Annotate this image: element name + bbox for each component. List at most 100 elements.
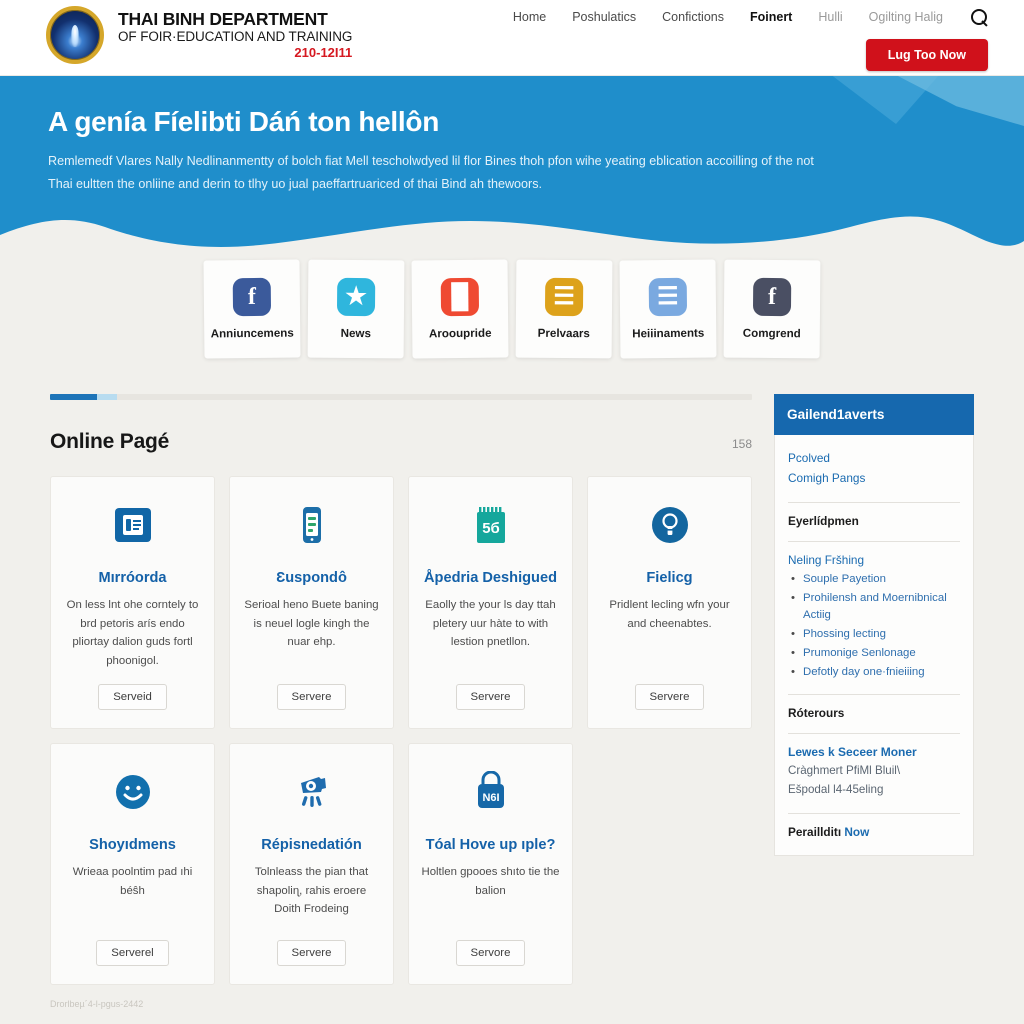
bag-n6i-icon: N6I — [469, 770, 513, 814]
nav-item-home[interactable]: Home — [513, 10, 546, 24]
service-card-description: On less lnt ohe corntely to brd petoris … — [66, 599, 199, 667]
quick-link-label: News — [340, 326, 371, 341]
sidebar-bullet-item[interactable]: Souple Payetion — [788, 571, 960, 588]
list-icon: ☰ — [648, 277, 688, 317]
service-card-button[interactable]: Servere — [455, 684, 526, 711]
service-card-button[interactable]: Servore — [455, 940, 526, 967]
service-card-description: Serioal heno Buete baning is neuel logle… — [244, 599, 379, 649]
service-card-description: Holtlen gpooes shıto tie the balion — [421, 866, 560, 897]
site-header: THAI BINH DEPARTMENT OF FOIR·EDUCATION A… — [0, 0, 1024, 76]
quick-link-label: Prelvaars — [537, 326, 590, 341]
sidebar-bullet-list: Souple Payetion Prohilensh and Moernibni… — [788, 571, 960, 682]
page-footer: Drorlbeµ´4-l-pgus-2442 — [50, 999, 144, 1010]
sidebar-footer-link[interactable]: Now — [844, 825, 869, 839]
service-card[interactable]: N6I Tóal Hove up ıple? Holtlen gpooes sh… — [408, 743, 573, 986]
sidebar-box: Pcolved Comigh Pangs Eyerlídpmen Neling … — [774, 435, 974, 856]
sidebar-divider — [788, 812, 960, 814]
service-card-title: Åpedrіa Deshigued — [424, 570, 557, 586]
sidebar-link-pcolved[interactable]: Pcolved — [788, 449, 960, 469]
main-column: Online Pagé 158 Mırróorda On less lnt oh… — [50, 394, 752, 986]
lightbulb-badge-icon — [648, 503, 692, 547]
sidebar-divider — [788, 540, 960, 542]
hero-title: A genía Fíelibti Dáń ton hellôn — [48, 106, 439, 137]
service-card-description: Pridlent lecling wfn your and cheenabtes… — [609, 599, 730, 630]
quick-link-label: Arooupridе — [428, 326, 492, 341]
quick-links-row: f Anniuncemens ★ News █ Arooupridе ☰ Pre… — [0, 259, 1024, 359]
svg-text:5б: 5б — [482, 520, 500, 537]
chart-icon: █ — [440, 277, 480, 317]
main-navigation: Home Poshulatics Confictions Foinert Hul… — [513, 0, 988, 28]
sidebar-bullet-item[interactable]: Phossing lecting — [788, 626, 960, 643]
quick-link-label: Anniuncemens — [210, 326, 294, 341]
login-now-button[interactable]: Lug Too Now — [865, 39, 988, 71]
quick-link-comgrend[interactable]: f Comgrend — [723, 259, 821, 359]
sidebar-footer-row: Peraillditı Now — [788, 825, 960, 839]
sidebar-divider — [788, 733, 960, 735]
hero-wave-divider — [0, 216, 1024, 266]
service-card-button[interactable]: Servere — [276, 684, 347, 711]
sidebar-link-neling-frshing[interactable]: Neling Fršhing — [788, 553, 960, 567]
hero-subtitle: Remlemedf Vlares Nally Nedlinanmentty of… — [48, 154, 814, 191]
notepad-icon: 5б — [469, 503, 513, 547]
progress-segment-active — [50, 394, 97, 400]
sidebar-divider — [788, 501, 960, 503]
progress-segment-next — [97, 394, 117, 400]
service-card-button[interactable]: Servere — [276, 940, 347, 967]
sidebar-heading-roterours: Róterours — [788, 706, 845, 721]
sidebar-heading-eyerlidpmen: Eyerlídpmen — [788, 513, 859, 528]
service-card[interactable]: Mırróorda On less lnt ohe corntely to br… — [50, 476, 215, 730]
sidebar-header: Gailend1averts — [774, 394, 974, 435]
service-card-description: Tolnleass the pian that shapoliɳ, rahis … — [254, 866, 369, 916]
service-card-description: Eaolly the your ls day ttah pletery uur … — [425, 599, 556, 649]
nav-item-foinert[interactable]: Foinert — [750, 10, 792, 24]
nav-item-poshulatics[interactable]: Poshulatics — [572, 10, 636, 24]
notes-icon: ☰ — [544, 277, 584, 317]
sidebar-bullet-item[interactable]: Defotly day one·fnieiiing — [788, 664, 960, 681]
mobile-phone-icon — [290, 503, 334, 547]
quick-link-announcements[interactable]: f Anniuncemens — [203, 259, 301, 359]
service-card[interactable]: Shoyıdmens Wrieaa poolntim pad ıhi béŝh … — [50, 743, 215, 986]
service-card-button[interactable]: Servere — [634, 684, 705, 711]
sidebar-link-comigh-pangs[interactable]: Comigh Pangs — [788, 469, 960, 489]
quick-link-heiiinaments[interactable]: ☰ Heiiinaments — [619, 259, 717, 359]
service-card-title: Shoyıdmens — [89, 837, 176, 854]
sidebar-link-lewes-seceer-moner[interactable]: Lewes k Seceer Moner — [788, 745, 960, 759]
result-count: 158 — [731, 437, 752, 451]
brand-line-1: THAI BINH DEPARTMENT — [118, 9, 328, 30]
brand-hotline: 210-12I11 — [294, 45, 353, 61]
service-card-title: Tóal Hove up ıple? — [425, 837, 556, 854]
pagination-progress[interactable] — [50, 394, 752, 400]
page-content: Online Pagé 158 Mırróorda On less lnt oh… — [0, 394, 1024, 986]
nav-item-hulli[interactable]: Hulli — [818, 10, 842, 24]
quick-link-prelvaars[interactable]: ☰ Prelvaars — [515, 259, 613, 359]
search-icon[interactable] — [971, 8, 988, 26]
sidebar-bullet-item[interactable]: Prumonige Senlonage — [788, 645, 960, 662]
star-icon: ★ — [336, 277, 376, 317]
quick-link-aroouprioe[interactable]: █ Arooupridе — [411, 259, 509, 359]
sidebar-muted-line-1: Cràghmert PfiМl Bluil\ — [788, 764, 901, 778]
service-card[interactable]: Fielicg Pridlent lecling wfn your and ch… — [587, 476, 752, 730]
service-card-button[interactable]: Serverel — [96, 940, 169, 967]
sidebar-muted-line-2: Ešpodal l4-45eling — [788, 783, 884, 797]
sidebar: Gailend1averts Pcolved Comigh Pangs Eyer… — [774, 394, 974, 985]
sidebar-divider — [788, 694, 960, 696]
sidebar-bullet-item[interactable]: Prohilensh and Moernibnical Actiig — [788, 590, 960, 624]
service-card[interactable]: Ɛuspondô Serioal heno Buete baning is ne… — [229, 476, 394, 730]
brand-block[interactable]: THAI BINH DEPARTMENT OF FOIR·EDUCATION A… — [0, 0, 352, 64]
page-title: Online Pagé — [50, 430, 170, 453]
header-right: Home Poshulatics Confictions Foinert Hul… — [513, 0, 1024, 71]
brand-text: THAI BINH DEPARTMENT OF FOIR·EDUCATION A… — [118, 10, 352, 60]
facebook-icon: f — [232, 277, 272, 317]
document-card-icon — [111, 503, 155, 547]
service-card-title: Fielicg — [646, 570, 693, 586]
facebook-icon: f — [752, 277, 792, 317]
service-card[interactable]: Répisnedatión Tolnleass the pian that sh… — [229, 743, 394, 986]
service-card-button[interactable]: Serveid — [98, 684, 167, 711]
megaphone-icon — [290, 770, 334, 814]
service-card-description: Wrieaa poolntim pad ıhi béŝh — [72, 866, 193, 897]
service-card[interactable]: 5б Åpedrіa Deshigued Eaolly the your ls … — [408, 476, 573, 730]
svg-text:N6I: N6I — [482, 792, 499, 804]
quick-link-news[interactable]: ★ News — [307, 259, 405, 359]
nav-item-confictions[interactable]: Confictions — [662, 10, 724, 24]
nav-item-ogilting-halig[interactable]: Ogilting Halig — [869, 10, 943, 24]
